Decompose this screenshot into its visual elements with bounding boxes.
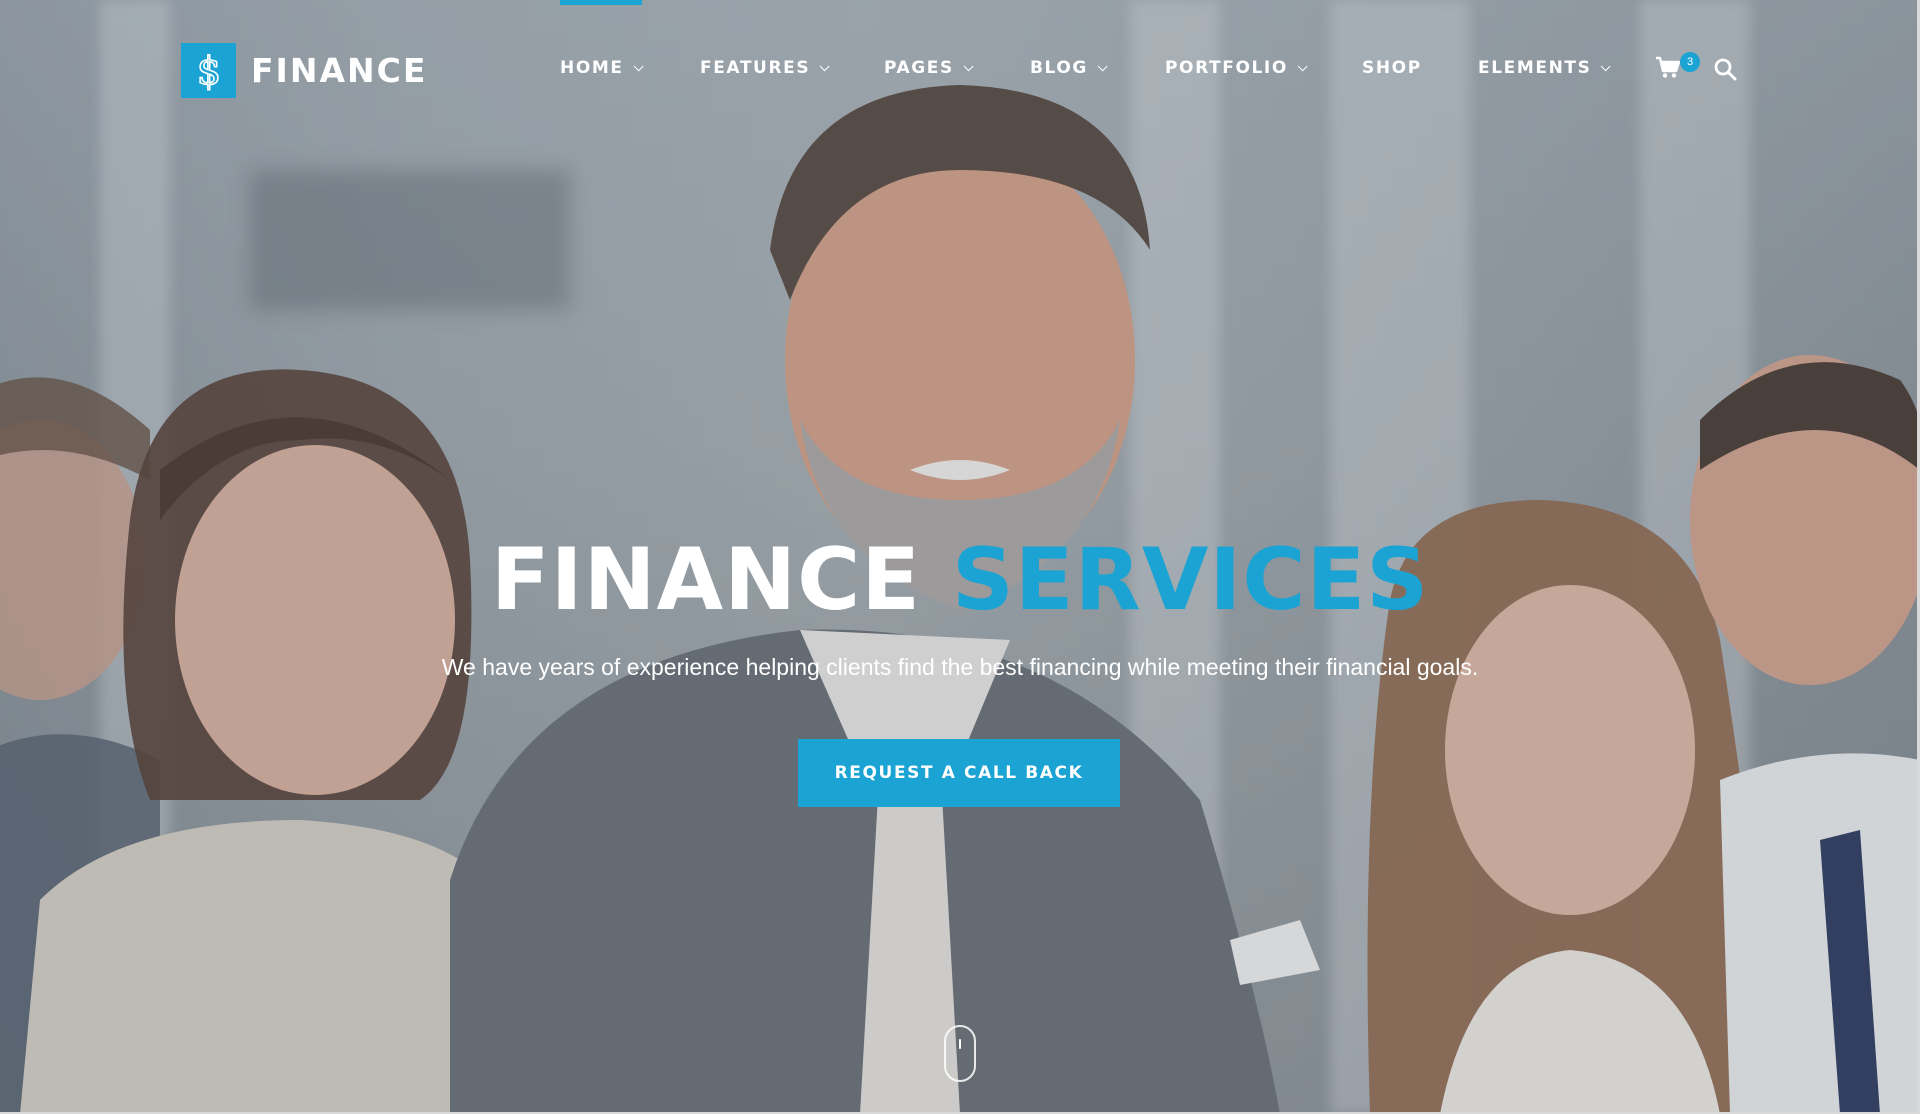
- chevron-down-icon: [1297, 60, 1308, 71]
- hero-title: FINANCE SERVICES: [0, 530, 1920, 630]
- cart-count-badge: 3: [1680, 52, 1700, 72]
- chevron-down-icon: [1097, 60, 1108, 71]
- nav-item-label: SHOP: [1362, 58, 1422, 78]
- chevron-down-icon: [633, 60, 644, 71]
- nav-item-label: ELEMENTS: [1478, 58, 1592, 78]
- chevron-down-icon: [819, 60, 830, 71]
- mouse-scroll-icon[interactable]: [944, 1025, 976, 1082]
- nav-item-blog[interactable]: BLOG: [1030, 58, 1108, 78]
- nav-item-features[interactable]: FEATURES: [700, 58, 830, 78]
- nav-item-pages[interactable]: PAGES: [884, 58, 974, 78]
- nav-item-label: HOME: [560, 58, 624, 78]
- scroll-wheel: [959, 1039, 961, 1049]
- hero-title-main: FINANCE: [490, 530, 921, 630]
- main-navigation: HOME FEATURES PAGES BLOG PORTFOLIO SHOP …: [0, 58, 1920, 82]
- nav-item-label: BLOG: [1030, 58, 1088, 78]
- nav-item-elements[interactable]: ELEMENTS: [1478, 58, 1612, 78]
- hero-subtitle: We have years of experience helping clie…: [441, 654, 1479, 680]
- nav-item-home[interactable]: HOME: [560, 58, 644, 78]
- chevron-down-icon: [963, 60, 974, 71]
- active-nav-indicator: [560, 0, 642, 5]
- hero-title-accent: SERVICES: [951, 530, 1430, 630]
- nav-item-shop[interactable]: SHOP: [1362, 58, 1422, 78]
- nav-item-label: PAGES: [884, 58, 954, 78]
- shopping-cart-icon[interactable]: [1655, 55, 1681, 84]
- nav-item-label: PORTFOLIO: [1165, 58, 1288, 78]
- search-icon[interactable]: [1713, 57, 1737, 86]
- chevron-down-icon: [1601, 60, 1612, 71]
- request-call-back-button[interactable]: REQUEST A CALL BACK: [798, 739, 1120, 807]
- nav-item-portfolio[interactable]: PORTFOLIO: [1165, 58, 1308, 78]
- nav-item-label: FEATURES: [700, 58, 811, 78]
